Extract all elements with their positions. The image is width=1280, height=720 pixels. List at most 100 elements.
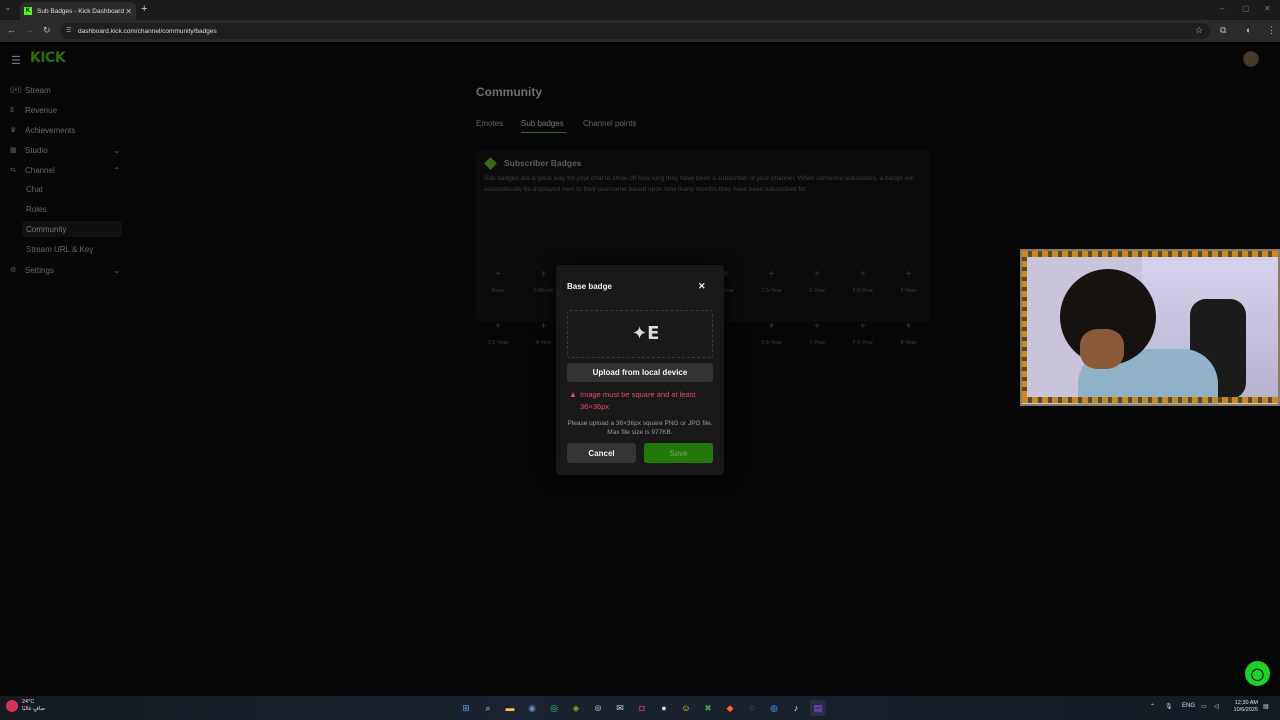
language-indicator[interactable]: ENG [1182,703,1195,709]
tab-close-icon[interactable]: ✕ [125,7,132,16]
tab-channel-points[interactable]: Channel points [583,119,636,128]
site-info-icon[interactable]: ☰ [66,27,71,34]
instagram-icon[interactable]: ◘ [634,700,650,716]
tab-sub-badges[interactable]: Sub badges [521,119,564,128]
video-editor-icon[interactable]: ▤ [810,700,826,716]
back-icon[interactable]: ← [7,25,16,35]
upload-button[interactable]: Upload from local device [567,363,713,382]
help-chat-button[interactable]: ◯ [1245,661,1270,686]
new-tab-button[interactable]: + [141,3,147,15]
badge-slot[interactable]: +2.5-Year [843,268,883,298]
snapchat-icon[interactable]: ☺ [678,700,694,716]
badge-slot-label: 6.5-Year [761,340,782,346]
browser-menu-icon[interactable]: ⋮ [1267,25,1276,36]
xbox-icon[interactable]: ✖ [700,700,716,716]
clock-date: 10/6/2025 [1233,707,1258,713]
sidebar-item-chat[interactable]: Chat [26,185,43,194]
nvidia-icon[interactable]: ◈ [568,700,584,716]
badge-slot[interactable]: +3-Year [888,268,928,298]
kick-logo[interactable]: KICK [30,50,66,66]
clock-time: 12:30 AM [1234,700,1258,706]
clock[interactable]: 12:30 AM 10/6/2025 [1230,700,1258,714]
badge-slot-label: 7-Year [809,340,826,346]
badge-slot[interactable]: +6.5-Year [752,320,792,350]
microphone-icon[interactable]: 🎙 [1165,703,1173,710]
badge-slot[interactable]: +2-Year [797,268,837,298]
gear-icon: ⚙ [10,267,17,274]
file-explorer-icon[interactable]: ▬ [502,700,518,716]
notification-icon[interactable]: ▤ [1263,703,1269,710]
sidebar-item-stream-url-key[interactable]: Stream URL & Key [26,245,93,254]
whatsapp-icon[interactable]: ◎ [546,700,562,716]
panel-title: Subscriber Badges [504,158,582,168]
mail-icon[interactable]: ✉ [612,700,628,716]
add-icon: + [859,269,866,280]
sidebar-item-settings[interactable]: ⚙ Settings ⌄ [10,262,120,278]
trophy-icon: ♛ [10,127,17,134]
github-icon[interactable]: ● [656,700,672,716]
sidebar-item-channel[interactable]: ⇆ Channel ⌃ [10,162,120,178]
badge-preview-icon: ✦E [632,323,660,344]
menu-icon[interactable]: ☰ [11,54,21,67]
badge-slot[interactable]: + Base [478,268,518,298]
maximize-icon[interactable]: ▢ [1242,4,1250,13]
network-icon[interactable]: ▭ [1201,703,1207,710]
minimize-icon[interactable]: – [1220,4,1224,13]
dollar-icon: $ [10,106,14,114]
cancel-button[interactable]: Cancel [567,443,636,463]
discord-icon[interactable]: ◉ [524,700,540,716]
avatar[interactable] [1243,51,1259,67]
window-close-icon[interactable]: ✕ [1264,4,1271,13]
obs-icon[interactable]: ◌ [744,700,760,716]
sidebar-item-community[interactable]: Community [26,225,66,234]
weather-icon [6,700,18,712]
sidebar-item-studio[interactable]: ▦ Studio ⌄ [10,142,120,158]
save-button[interactable]: Save [644,443,713,463]
error-message: ▲ Image must be square and at least 36×3… [569,389,719,413]
tiktok-icon[interactable]: ♪ [788,700,804,716]
sidebar-item-achievements[interactable]: ♛ Achievements [10,122,120,138]
temperature: 24°C [22,699,35,705]
search-icon[interactable]: ⌕ [480,700,496,716]
extensions-icon[interactable]: ⧉ [1220,25,1226,36]
sidebar-item-roles[interactable]: Roles [26,205,46,214]
badge-slot-label: 3-Year [900,288,917,294]
chevron-down-icon: ⌄ [113,145,120,155]
sidebar-item-revenue[interactable]: $ Revenue [10,102,120,118]
tab-emotes[interactable]: Emotes [476,119,503,128]
add-icon: + [768,321,775,332]
tab-list-icon[interactable]: ⌄ [5,4,11,12]
sidebar-item-label: Revenue [25,105,58,115]
weather-widget[interactable]: 24°C صافٍ غالبًا [6,699,45,713]
badge-slot[interactable]: +1.5-Year [752,268,792,298]
modal-title: Base badge [567,282,612,291]
badge-drop-zone[interactable]: ✦E [567,310,713,358]
forward-icon[interactable]: → [25,25,34,35]
screen: ⌄ K Sub Badges - Kick Dashboard ✕ + – ▢ … [0,0,1280,720]
panel-description: Sub badges are a great way for your chat… [484,175,914,193]
sidebar-item-stream[interactable]: ((•)) Stream [10,82,120,98]
bookmark-star-icon[interactable]: ☆ [1195,25,1203,36]
taskbar-apps: ⊞ ⌕ ▬ ◉ ◎ ◈ ⊛ ✉ ◘ ● ☺ ✖ ◆ ◌ ◍ ♪ ▤ [458,700,832,716]
reload-icon[interactable]: ↻ [43,25,51,36]
address-bar[interactable]: ☰ dashboard.kick.com/channel/community/b… [60,23,1210,39]
badge-slot[interactable]: +8-Year [888,320,928,350]
badge-slot[interactable]: +7-Year [797,320,837,350]
browser-tab[interactable]: K Sub Badges - Kick Dashboard ✕ [20,2,136,20]
app-icon[interactable]: ◆ [722,700,738,716]
windows-taskbar: 24°C صافٍ غالبًا ⊞ ⌕ ▬ ◉ ◎ ◈ ⊛ ✉ ◘ ● ☺ ✖… [0,696,1280,720]
stream-icon: ((•)) [10,86,22,94]
profile-icon[interactable]: ◐ [1246,25,1251,35]
tray-overflow-icon[interactable]: ⌃ [1150,703,1155,710]
badge-slot[interactable]: +7.5-Year [843,320,883,350]
badge-slot-label: 2-Year [809,288,826,294]
steam-icon[interactable]: ⊛ [590,700,606,716]
chrome-icon[interactable]: ◍ [766,700,782,716]
sidebar-item-label: Studio [25,145,48,155]
warning-icon: ▲ [569,390,577,399]
badge-slot[interactable]: +3.5-Year [478,320,518,350]
add-icon: + [859,321,866,332]
volume-icon[interactable]: ◁ [1214,703,1219,710]
close-icon[interactable]: ✕ [698,281,706,292]
start-icon[interactable]: ⊞ [458,700,474,716]
